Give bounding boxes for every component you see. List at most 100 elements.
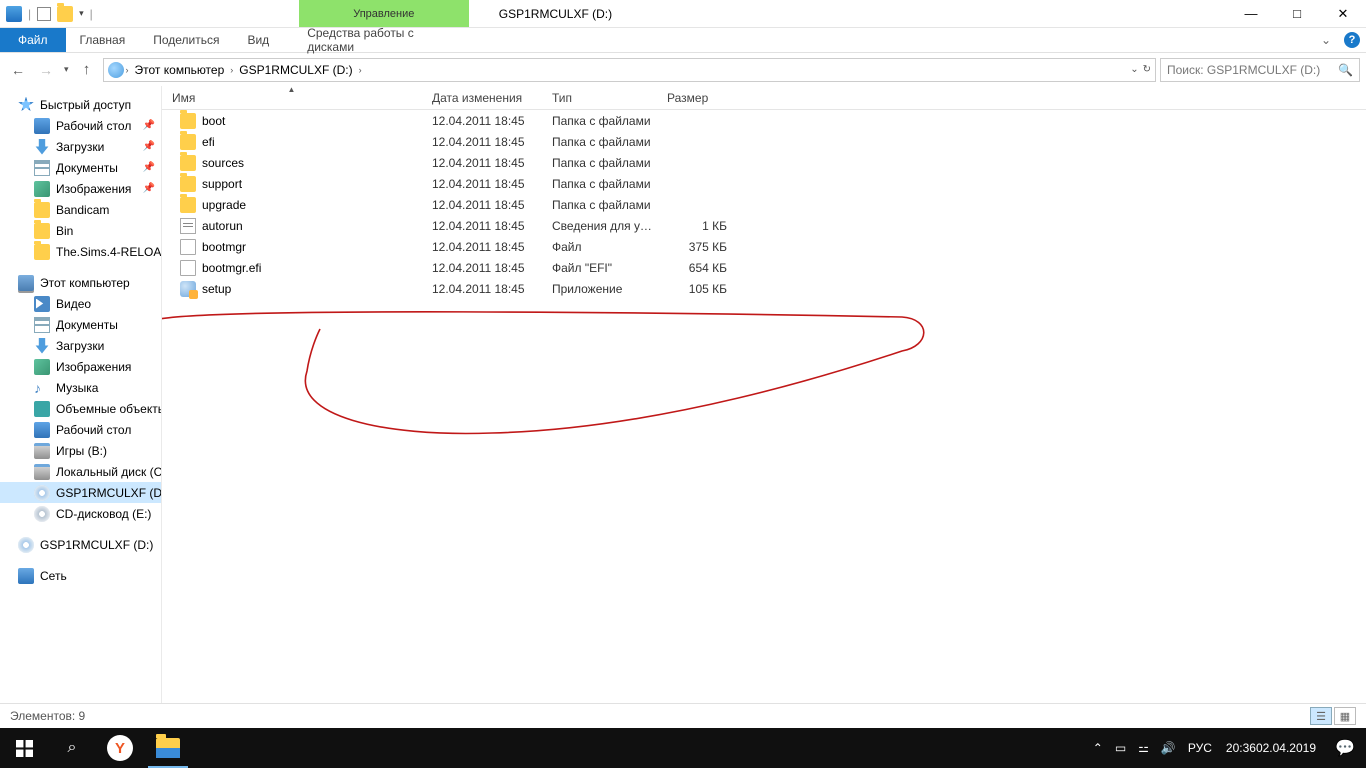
file-row[interactable]: efi12.04.2011 18:45Папка с файлами <box>162 131 1366 152</box>
sidebar-item[interactable]: Рабочий стол <box>0 419 161 440</box>
sidebar-item-label: Загрузки <box>56 140 104 154</box>
app-icon <box>180 281 196 297</box>
open-folder-qat-icon[interactable] <box>57 6 73 22</box>
file-date: 12.04.2011 18:45 <box>422 261 542 275</box>
column-type[interactable]: Тип <box>542 86 657 109</box>
file-date: 12.04.2011 18:45 <box>422 156 542 170</box>
sidebar-item[interactable]: Изображения📌 <box>0 178 161 199</box>
sidebar-item[interactable]: Документы📌 <box>0 157 161 178</box>
column-name[interactable]: Имя▲ <box>162 86 422 109</box>
this-pc-root[interactable]: Этот компьютер <box>0 272 161 293</box>
maximize-button[interactable]: □ <box>1274 0 1320 27</box>
file-row[interactable]: boot12.04.2011 18:45Папка с файлами <box>162 110 1366 131</box>
file-row[interactable]: setup12.04.2011 18:45Приложение105 КБ <box>162 278 1366 299</box>
sidebar-item[interactable]: Рабочий стол📌 <box>0 115 161 136</box>
file-size: 105 КБ <box>657 282 737 296</box>
details-view-button[interactable]: ☰ <box>1310 707 1332 725</box>
taskbar-search-button[interactable]: ⌕ <box>48 728 96 768</box>
file-row[interactable]: sources12.04.2011 18:45Папка с файлами <box>162 152 1366 173</box>
search-icon: ⌕ <box>68 739 77 757</box>
taskbar-app-explorer[interactable] <box>144 728 192 768</box>
sidebar-item-label: Документы <box>56 318 118 332</box>
system-icon[interactable] <box>6 6 22 22</box>
sidebar-item[interactable]: Объемные объекты <box>0 398 161 419</box>
wifi-icon[interactable]: ⚍ <box>1132 728 1155 768</box>
file-row[interactable]: support12.04.2011 18:45Папка с файлами <box>162 173 1366 194</box>
sidebar-item[interactable]: GSP1RMCULXF (D:) <box>0 482 161 503</box>
action-center-icon[interactable]: 💬 <box>1324 728 1366 768</box>
refresh-icon[interactable]: ↻ <box>1143 64 1151 75</box>
drive-icon <box>34 464 50 480</box>
file-row[interactable]: bootmgr12.04.2011 18:45Файл375 КБ <box>162 236 1366 257</box>
file-row[interactable]: autorun12.04.2011 18:45Сведения для уст.… <box>162 215 1366 236</box>
tab-view[interactable]: Вид <box>233 28 283 52</box>
breadcrumb-chevron-icon[interactable]: › <box>230 65 233 75</box>
file-name: support <box>202 177 242 191</box>
volume-icon[interactable]: 🔊 <box>1155 728 1182 768</box>
minimize-button[interactable]: — <box>1228 0 1274 27</box>
address-dropdown-icon[interactable]: ⌄ <box>1130 64 1138 75</box>
search-placeholder: Поиск: GSP1RMCULXF (D:) <box>1167 63 1320 77</box>
network-icon <box>18 568 34 584</box>
file-type: Папка с файлами <box>542 177 657 191</box>
sidebar-item[interactable]: Bin <box>0 220 161 241</box>
breadcrumb-chevron-icon[interactable]: › <box>359 65 362 75</box>
sidebar-item-label: CD-дисковод (E:) <box>56 507 151 521</box>
qat-dropdown-icon[interactable]: ▾ <box>79 8 84 19</box>
file-name: boot <box>202 114 225 128</box>
address-bar[interactable]: › Этот компьютер › GSP1RMCULXF (D:) › ⌄ … <box>103 58 1156 82</box>
sidebar-item[interactable]: Bandicam <box>0 199 161 220</box>
tray-overflow-icon[interactable]: ⌃ <box>1087 728 1109 768</box>
up-button[interactable]: ↑ <box>75 58 99 82</box>
breadcrumb-current[interactable]: GSP1RMCULXF (D:) <box>235 63 356 77</box>
breadcrumb-chevron-icon[interactable]: › <box>126 65 129 75</box>
navigation-pane[interactable]: Быстрый доступ Рабочий стол📌 Загрузки 📌 Док… <box>0 86 162 743</box>
sidebar-item[interactable]: Документы <box>0 314 161 335</box>
clock[interactable]: 20:3602.04.2019 <box>1218 728 1324 768</box>
ribbon-collapse-icon[interactable]: ⌄ <box>1314 28 1338 52</box>
language-indicator[interactable]: РУС <box>1182 728 1218 768</box>
sidebar-item[interactable]: Видео <box>0 293 161 314</box>
file-row[interactable]: bootmgr.efi12.04.2011 18:45Файл "EFI"654… <box>162 257 1366 278</box>
file-name: bootmgr.efi <box>202 261 261 275</box>
start-button[interactable] <box>0 728 48 768</box>
history-dropdown-icon[interactable]: ▾ <box>64 64 69 75</box>
back-button[interactable]: ← <box>6 58 30 82</box>
obj-icon <box>34 401 50 417</box>
network-root[interactable]: Сеть <box>0 565 161 586</box>
file-tab[interactable]: Файл <box>0 28 66 52</box>
sidebar-item[interactable]: Игры (B:) <box>0 440 161 461</box>
tab-drive-tools[interactable]: Средства работы с дисками <box>293 28 463 52</box>
taskbar-app-yandex[interactable] <box>96 728 144 768</box>
close-button[interactable]: ✕ <box>1320 0 1366 27</box>
file-type: Файл <box>542 240 657 254</box>
checkbox-icon[interactable] <box>37 7 51 21</box>
tab-home[interactable]: Главная <box>66 28 140 52</box>
pin-icon: 📌 <box>143 141 155 152</box>
column-size[interactable]: Размер <box>657 86 737 109</box>
sidebar-item[interactable]: Загрузки 📌 <box>0 136 161 157</box>
thumbnails-view-button[interactable]: ▦ <box>1334 707 1356 725</box>
folder-icon <box>34 223 50 239</box>
navigation-toolbar: ← → ▾ ↑ › Этот компьютер › GSP1RMCULXF (… <box>0 53 1366 86</box>
sidebar-item[interactable]: ♪Музыка <box>0 377 161 398</box>
sidebar-item[interactable]: Локальный диск (C <box>0 461 161 482</box>
quick-access-root[interactable]: Быстрый доступ <box>0 94 161 115</box>
sidebar-item[interactable]: Изображения <box>0 356 161 377</box>
sidebar-item[interactable]: The.Sims.4-RELOAD <box>0 241 161 262</box>
folder-icon <box>34 202 50 218</box>
search-box[interactable]: Поиск: GSP1RMCULXF (D:) 🔍 <box>1160 58 1360 82</box>
sidebar-item[interactable]: Загрузки <box>0 335 161 356</box>
help-button[interactable]: ? <box>1338 28 1366 52</box>
ribbon-tabs: Файл Главная Поделиться Вид Средства раб… <box>0 28 1366 53</box>
drive-shortcut[interactable]: GSP1RMCULXF (D:) <box>0 534 161 555</box>
forward-button[interactable]: → <box>34 58 58 82</box>
file-rows[interactable]: boot12.04.2011 18:45Папка с файламиefi12… <box>162 110 1366 743</box>
column-date[interactable]: Дата изменения <box>422 86 542 109</box>
tab-share[interactable]: Поделиться <box>139 28 233 52</box>
battery-icon[interactable]: ▭ <box>1109 728 1132 768</box>
breadcrumb-this-pc[interactable]: Этот компьютер <box>131 63 229 77</box>
file-row[interactable]: upgrade12.04.2011 18:45Папка с файлами <box>162 194 1366 215</box>
search-icon: 🔍 <box>1338 63 1353 77</box>
sidebar-item[interactable]: CD-дисковод (E:) <box>0 503 161 524</box>
